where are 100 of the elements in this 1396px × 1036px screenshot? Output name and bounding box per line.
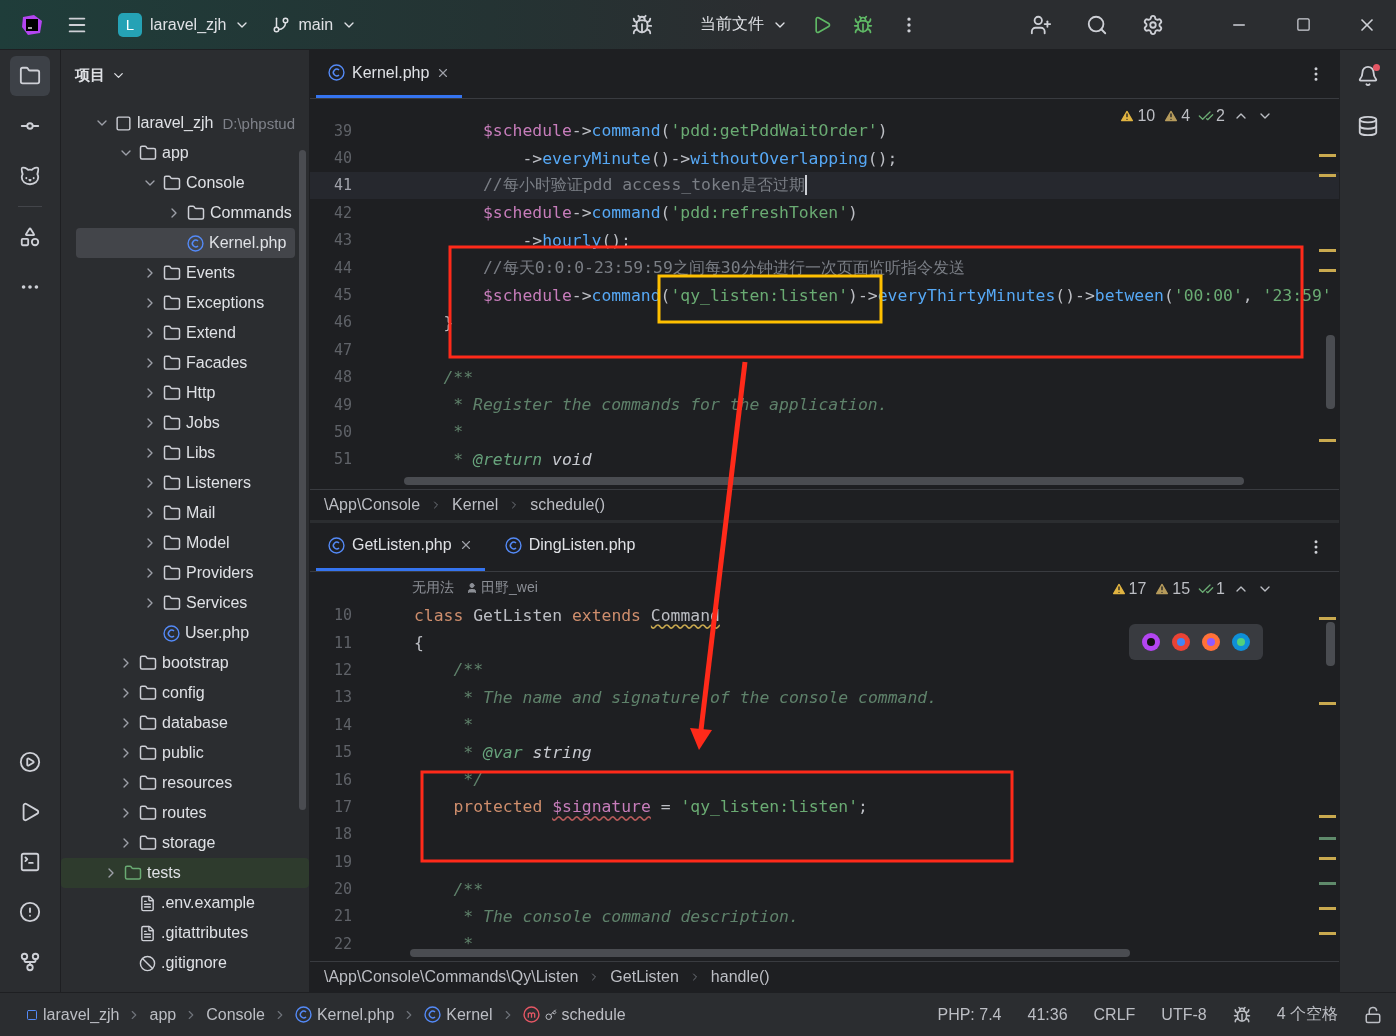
status-item[interactable]: CRLF bbox=[1093, 1005, 1136, 1024]
code-line: /** bbox=[452, 660, 484, 680]
breadcrumb[interactable]: \App\Console\Commands\Qy\Listen bbox=[324, 968, 579, 986]
tree-item[interactable]: Facades bbox=[76, 348, 295, 378]
marker-stripe bbox=[1319, 249, 1336, 252]
breadcrumb[interactable]: schedule() bbox=[530, 495, 605, 514]
cat-icon[interactable] bbox=[19, 165, 41, 187]
tree-item[interactable]: routes bbox=[76, 798, 295, 828]
status-item[interactable]: 41:36 bbox=[1027, 1005, 1068, 1024]
database-icon[interactable] bbox=[1357, 115, 1379, 137]
project-path: D:\phpstud bbox=[222, 114, 295, 132]
folder-icon[interactable] bbox=[19, 65, 41, 87]
tree-item[interactable]: Jobs bbox=[76, 408, 295, 438]
warning-count[interactable]: 10 bbox=[1119, 107, 1156, 125]
status-item[interactable]: PHP: 7.4 bbox=[937, 1005, 1002, 1024]
bug-icon[interactable] bbox=[631, 13, 653, 36]
editor-tab[interactable]: GetListen.php bbox=[316, 522, 485, 571]
branch-selector[interactable]: main bbox=[264, 9, 366, 40]
folder-icon bbox=[139, 834, 157, 852]
tree-item[interactable]: config bbox=[76, 678, 295, 708]
marker-stripe bbox=[1319, 174, 1336, 177]
maximize-icon[interactable] bbox=[1295, 17, 1311, 32]
tree-item[interactable]: Commands bbox=[76, 198, 295, 228]
tree-item[interactable]: Console bbox=[76, 168, 295, 198]
tree-item[interactable]: Model bbox=[76, 528, 295, 558]
tree-item[interactable]: Services bbox=[76, 588, 295, 618]
path-segment[interactable]: Kernel bbox=[424, 1005, 493, 1024]
tree-item[interactable]: Events bbox=[76, 258, 295, 288]
path-segment[interactable]: Console bbox=[206, 1005, 265, 1024]
tree-item[interactable]: Listeners bbox=[76, 468, 295, 498]
tree-item[interactable]: app bbox=[76, 138, 295, 168]
lock-icon[interactable] bbox=[1364, 1005, 1382, 1024]
browser-icon[interactable] bbox=[1141, 631, 1161, 652]
project-selector[interactable]: L laravel_zjh bbox=[110, 6, 259, 43]
status-item[interactable]: UTF-8 bbox=[1161, 1005, 1207, 1024]
path-segment[interactable]: laravel_zjh bbox=[26, 1005, 120, 1024]
settings-icon[interactable] bbox=[1142, 13, 1164, 36]
breadcrumb[interactable]: Kernel bbox=[452, 495, 499, 514]
tree-item[interactable]: Http bbox=[76, 378, 295, 408]
line-number: 51 bbox=[332, 450, 352, 469]
indent-setting[interactable]: 4 个空格 bbox=[1276, 1004, 1338, 1025]
notifications-icon[interactable] bbox=[1357, 65, 1379, 87]
weak-warning-count[interactable]: 15 bbox=[1154, 579, 1191, 598]
debug-icon[interactable] bbox=[853, 14, 873, 35]
warning-count[interactable]: 17 bbox=[1110, 579, 1147, 598]
search-icon[interactable] bbox=[1086, 13, 1108, 36]
editor-tab[interactable]: Kernel.php bbox=[316, 50, 463, 98]
browser-icon[interactable] bbox=[1201, 631, 1221, 652]
line-number: 18 bbox=[332, 825, 352, 844]
problems-icon[interactable] bbox=[19, 901, 41, 923]
tree-item[interactable]: .env.example bbox=[76, 888, 295, 918]
tree-item[interactable]: database bbox=[76, 708, 295, 738]
typo-count[interactable]: 1 bbox=[1198, 579, 1225, 598]
terminal-icon[interactable] bbox=[19, 851, 41, 873]
tree-item[interactable]: storage bbox=[76, 828, 295, 858]
browser-icon[interactable] bbox=[1231, 631, 1251, 652]
code-line: /** bbox=[442, 367, 474, 387]
tree-item[interactable]: .gitattributes bbox=[76, 918, 295, 948]
code-line: ->everyMinute()->withoutOverlapping(); bbox=[521, 148, 898, 168]
tree-item[interactable]: resources bbox=[76, 768, 295, 798]
path-segment[interactable]: schedule bbox=[522, 1005, 626, 1024]
folder-icon bbox=[139, 684, 157, 702]
folder-icon bbox=[163, 264, 181, 282]
path-segment[interactable]: app bbox=[149, 1005, 177, 1024]
tree-item[interactable]: laravel_zjh D:\phpstud bbox=[76, 108, 295, 138]
user-add-icon[interactable] bbox=[1030, 13, 1052, 36]
line-number: 45 bbox=[332, 286, 352, 305]
run-config-selector[interactable]: 当前文件 bbox=[692, 8, 796, 41]
run-icon[interactable] bbox=[812, 14, 832, 35]
tree-item[interactable]: Extend bbox=[76, 318, 295, 348]
tree-item[interactable]: tests bbox=[61, 858, 309, 888]
weak-warning-count[interactable]: 4 bbox=[1163, 107, 1191, 125]
tree-item[interactable]: Mail bbox=[76, 498, 295, 528]
tree-item[interactable]: .gitignore bbox=[76, 948, 295, 978]
git-icon[interactable] bbox=[19, 951, 41, 973]
module-icon bbox=[26, 1008, 38, 1021]
marker-stripe bbox=[1319, 906, 1336, 910]
editor-tab[interactable]: DingListen.php bbox=[492, 522, 648, 571]
breadcrumb[interactable]: \App\Console bbox=[324, 495, 421, 514]
tree-item[interactable]: User.php bbox=[76, 618, 295, 648]
structure-icon[interactable] bbox=[19, 226, 41, 248]
tree-item[interactable]: bootstrap bbox=[76, 648, 295, 678]
services-icon[interactable] bbox=[19, 751, 41, 773]
tree-item[interactable]: Exceptions bbox=[76, 288, 295, 318]
browser-icon[interactable] bbox=[1171, 631, 1191, 652]
typo-count[interactable]: 2 bbox=[1198, 107, 1225, 125]
folder-icon bbox=[139, 804, 157, 822]
breadcrumb[interactable]: handle() bbox=[710, 968, 770, 986]
path-segment[interactable]: Kernel.php bbox=[294, 1005, 395, 1024]
line-number: 49 bbox=[332, 395, 352, 414]
tree-item[interactable]: public bbox=[76, 738, 295, 768]
tree-item[interactable]: Providers bbox=[76, 558, 295, 588]
line-number: 21 bbox=[332, 907, 352, 926]
breadcrumb[interactable]: GetListen bbox=[610, 968, 679, 986]
folder-icon bbox=[163, 474, 181, 492]
panel-title[interactable]: 项目 bbox=[75, 65, 126, 85]
tree-item[interactable]: Libs bbox=[76, 438, 295, 468]
tree-item[interactable]: Kernel.php bbox=[76, 228, 295, 258]
warning-icon bbox=[1119, 108, 1136, 124]
bug-icon[interactable] bbox=[1232, 1005, 1251, 1024]
